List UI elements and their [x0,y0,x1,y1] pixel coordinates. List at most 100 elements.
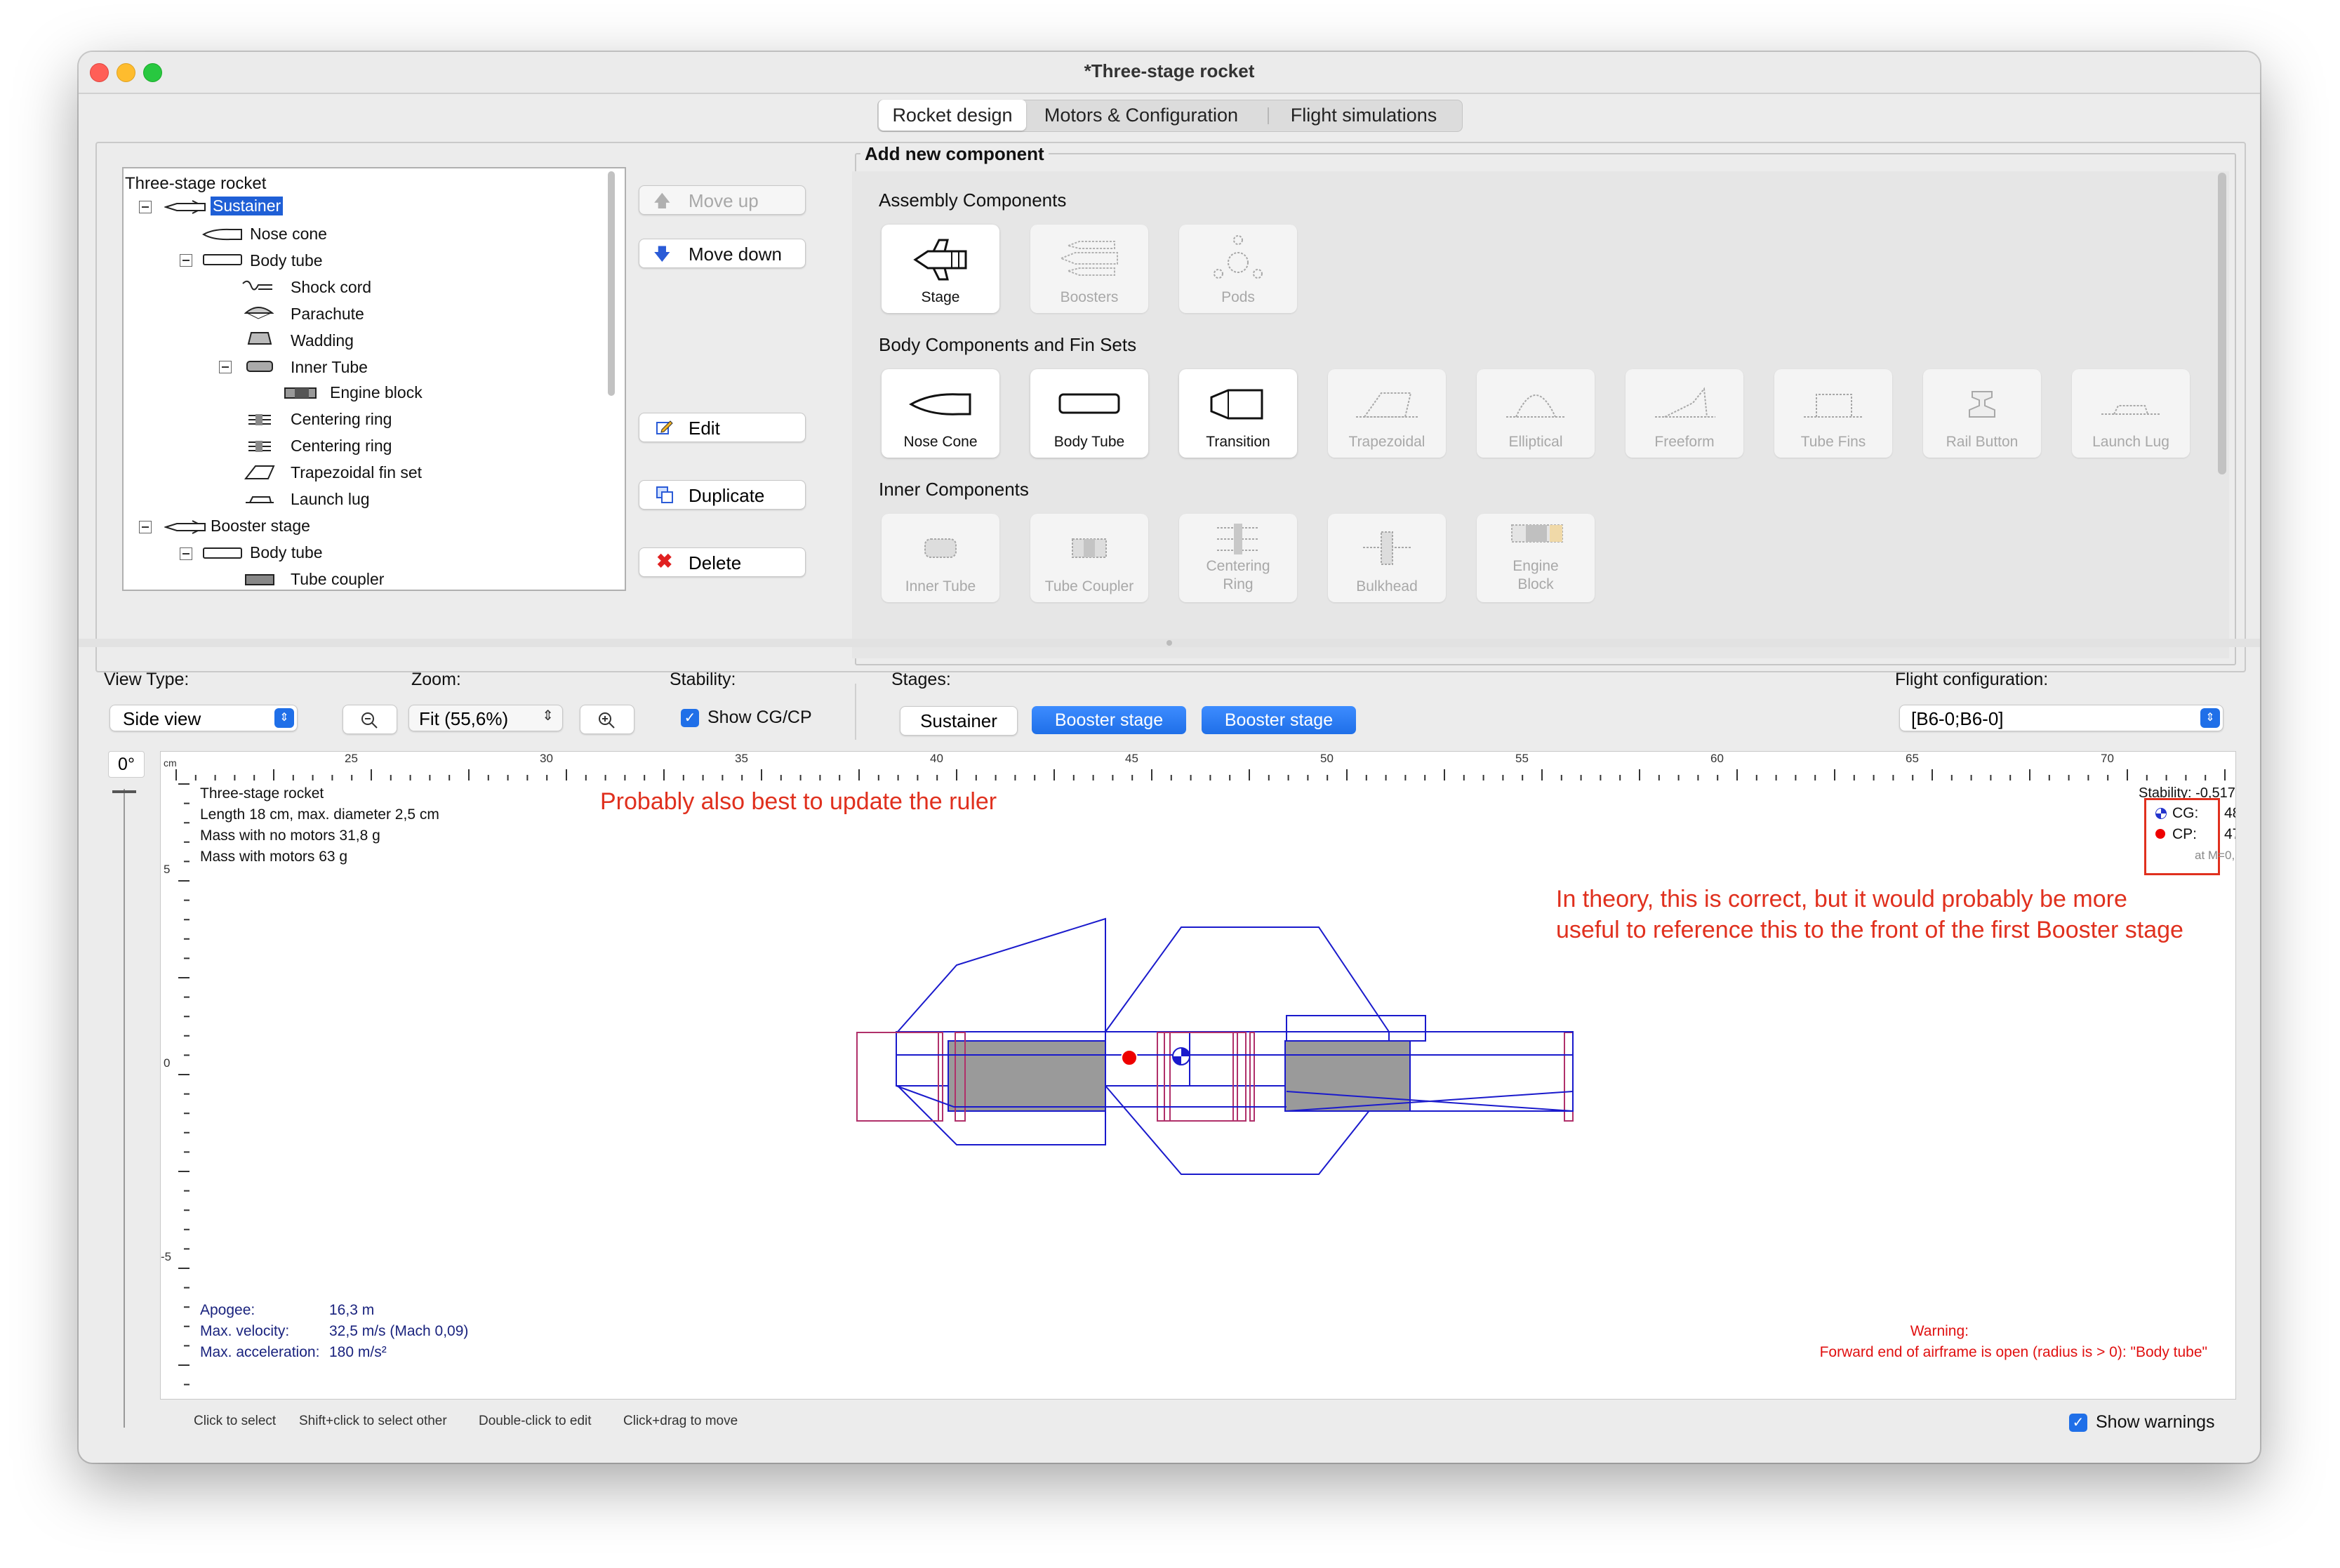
move-up-button[interactable]: 🡅 Move up [639,185,806,215]
tree-item-nose-cone[interactable]: Nose cone [250,225,327,244]
motor-2 [1284,1040,1411,1112]
add-centering-ring-button: Centering Ring [1179,514,1297,602]
add-freeform-label: Freeform [1654,434,1715,450]
palette-scrollbar[interactable] [2218,173,2226,474]
add-tube-fins-button: Tube Fins [1774,369,1892,458]
tree-scrollbar[interactable] [608,171,615,396]
add-pods-label: Pods [1221,289,1255,305]
section-body-components: Body Components and Fin Sets [879,334,1137,355]
tree-item-tube-coupler[interactable]: Tube coupler [291,570,384,589]
warning-title: Warning: [1910,1323,1969,1339]
tree-item-booster-stage[interactable]: Booster stage [211,517,310,536]
tube-fins-icon [1804,394,1863,418]
zoom-in-button[interactable] [580,705,634,734]
tree-item-shock-cord[interactable]: Shock cord [291,278,371,297]
section-inner-components: Inner Components [879,479,1029,500]
add-stage-button[interactable]: Stage [882,225,999,313]
view-type-select[interactable]: Side view ⇕ [109,705,298,731]
add-transition-button[interactable]: Transition [1179,369,1297,458]
rocket-figure-canvas[interactable]: cm 25 30 35 40 45 50 55 60 65 70 5 0 -5 … [160,751,2236,1400]
title-bar: *Three-stage rocket [79,52,2260,94]
centering-ring-icon [248,441,271,452]
add-tube-coupler-label: Tube Coupler [1044,578,1134,594]
trapezoidal-fin-icon [244,465,275,479]
rocket-side-view[interactable] [161,752,2235,1399]
stage-toggle-booster-2[interactable]: Booster stage [1202,706,1356,734]
edit-label: Edit [689,418,720,439]
add-centering-ring-label: Centering Ring [1206,558,1270,592]
add-rail-button-label: Rail Button [1946,434,2019,450]
add-component-title: Add new component [860,143,1049,165]
flight-config-label: Flight configuration: [1895,670,2049,689]
stage-icon [913,239,967,281]
app-window: *Three-stage rocket Rocket design Motors… [79,52,2260,1463]
stage-toggle-booster-1[interactable]: Booster stage [1032,706,1186,734]
rotation-slider-handle[interactable] [112,790,136,793]
tree-item-launch-lug[interactable]: Launch lug [291,490,370,509]
delete-label: Delete [689,552,742,573]
add-bulkhead-button: Bulkhead [1328,514,1446,602]
add-nose-cone-button[interactable]: Nose Cone [882,369,999,458]
flight-config-select[interactable]: [B6-0;B6-0] ⇕ [1899,705,2223,731]
collapse-toggle-icon[interactable] [139,201,152,213]
tree-item-centering-ring-1[interactable]: Centering ring [291,410,392,429]
tab-rocket-design[interactable]: Rocket design [879,100,1026,131]
hint-click-select: Click to select [194,1414,277,1428]
show-cgcp-label: Show CG/CP [707,707,812,727]
duplicate-button[interactable]: Duplicate [639,480,806,510]
stage-icon [164,520,206,534]
tree-item-body-tube[interactable]: Body tube [250,251,323,270]
tree-item-inner-tube[interactable]: Inner Tube [291,358,368,377]
pods-icon [1214,235,1263,279]
delete-button[interactable]: ✖ Delete [639,547,806,577]
add-stage-label: Stage [921,289,960,305]
show-warnings-checkbox[interactable]: ✓ [2069,1414,2087,1432]
zoom-out-icon [361,712,378,729]
tab-divider [1268,107,1269,124]
stages-label: Stages: [891,670,951,689]
add-body-tube-label: Body Tube [1053,434,1125,450]
move-down-label: Move down [689,244,782,265]
tree-root[interactable]: Three-stage rocket [125,174,266,194]
section-assembly-components: Assembly Components [879,190,1067,211]
add-trapezoidal-button: Trapezoidal [1328,369,1446,458]
freeform-fin-icon [1655,387,1715,418]
tube-coupler-icon [245,574,274,585]
centering-ring-icon [248,414,271,425]
tree-item-centering-ring-2[interactable]: Centering ring [291,437,392,456]
tree-item-wadding[interactable]: Wadding [291,331,354,350]
zoom-out-button[interactable] [343,705,397,734]
view-type-label: View Type: [104,670,190,689]
rotation-slider-track[interactable] [124,789,125,1428]
collapse-toggle-icon[interactable] [180,254,192,267]
component-tree[interactable]: Three-stage rocket Sustainer Nose cone B… [122,167,626,591]
show-cgcp-checkbox[interactable]: ✓ [681,709,699,727]
body-tube-icon [203,254,242,265]
tree-item-trapezoidal-fin-set[interactable]: Trapezoidal fin set [291,463,422,482]
flight-config-value: [B6-0;B6-0] [1911,708,2004,729]
tree-item-engine-block[interactable]: Engine block [330,383,423,402]
zoom-select[interactable]: Fit (55,6%) ⇕ [408,705,563,731]
collapse-toggle-icon[interactable] [180,547,192,560]
add-rail-button-button: Rail Button [1923,369,2041,458]
divider-grip-icon [1166,640,1172,646]
show-warnings-label: Show warnings [2096,1412,2215,1432]
arrow-down-icon: 🡇 [653,245,671,264]
stage-icon [164,200,206,214]
collapse-toggle-icon[interactable] [219,361,232,373]
tree-item-parachute[interactable]: Parachute [291,305,364,324]
tab-motors-configuration[interactable]: Motors & Configuration [1028,100,1255,131]
tree-item-booster-body-tube[interactable]: Body tube [250,543,323,562]
tab-flight-simulations[interactable]: Flight simulations [1272,100,1456,131]
add-body-tube-button[interactable]: Body Tube [1030,369,1148,458]
zoom-label: Zoom: [411,670,461,689]
edit-button[interactable]: Edit [639,413,806,442]
add-pods-button: Pods [1179,225,1297,313]
collapse-toggle-icon[interactable] [139,521,152,533]
bulkhead-icon [1363,531,1411,565]
move-down-button[interactable]: 🡇 Move down [639,239,806,268]
tree-item-sustainer[interactable]: Sustainer [211,197,284,215]
stage-toggle-sustainer[interactable]: Sustainer [900,706,1018,736]
launch-lug-outline [1286,1015,1426,1042]
inner-tube-icon [246,361,273,372]
